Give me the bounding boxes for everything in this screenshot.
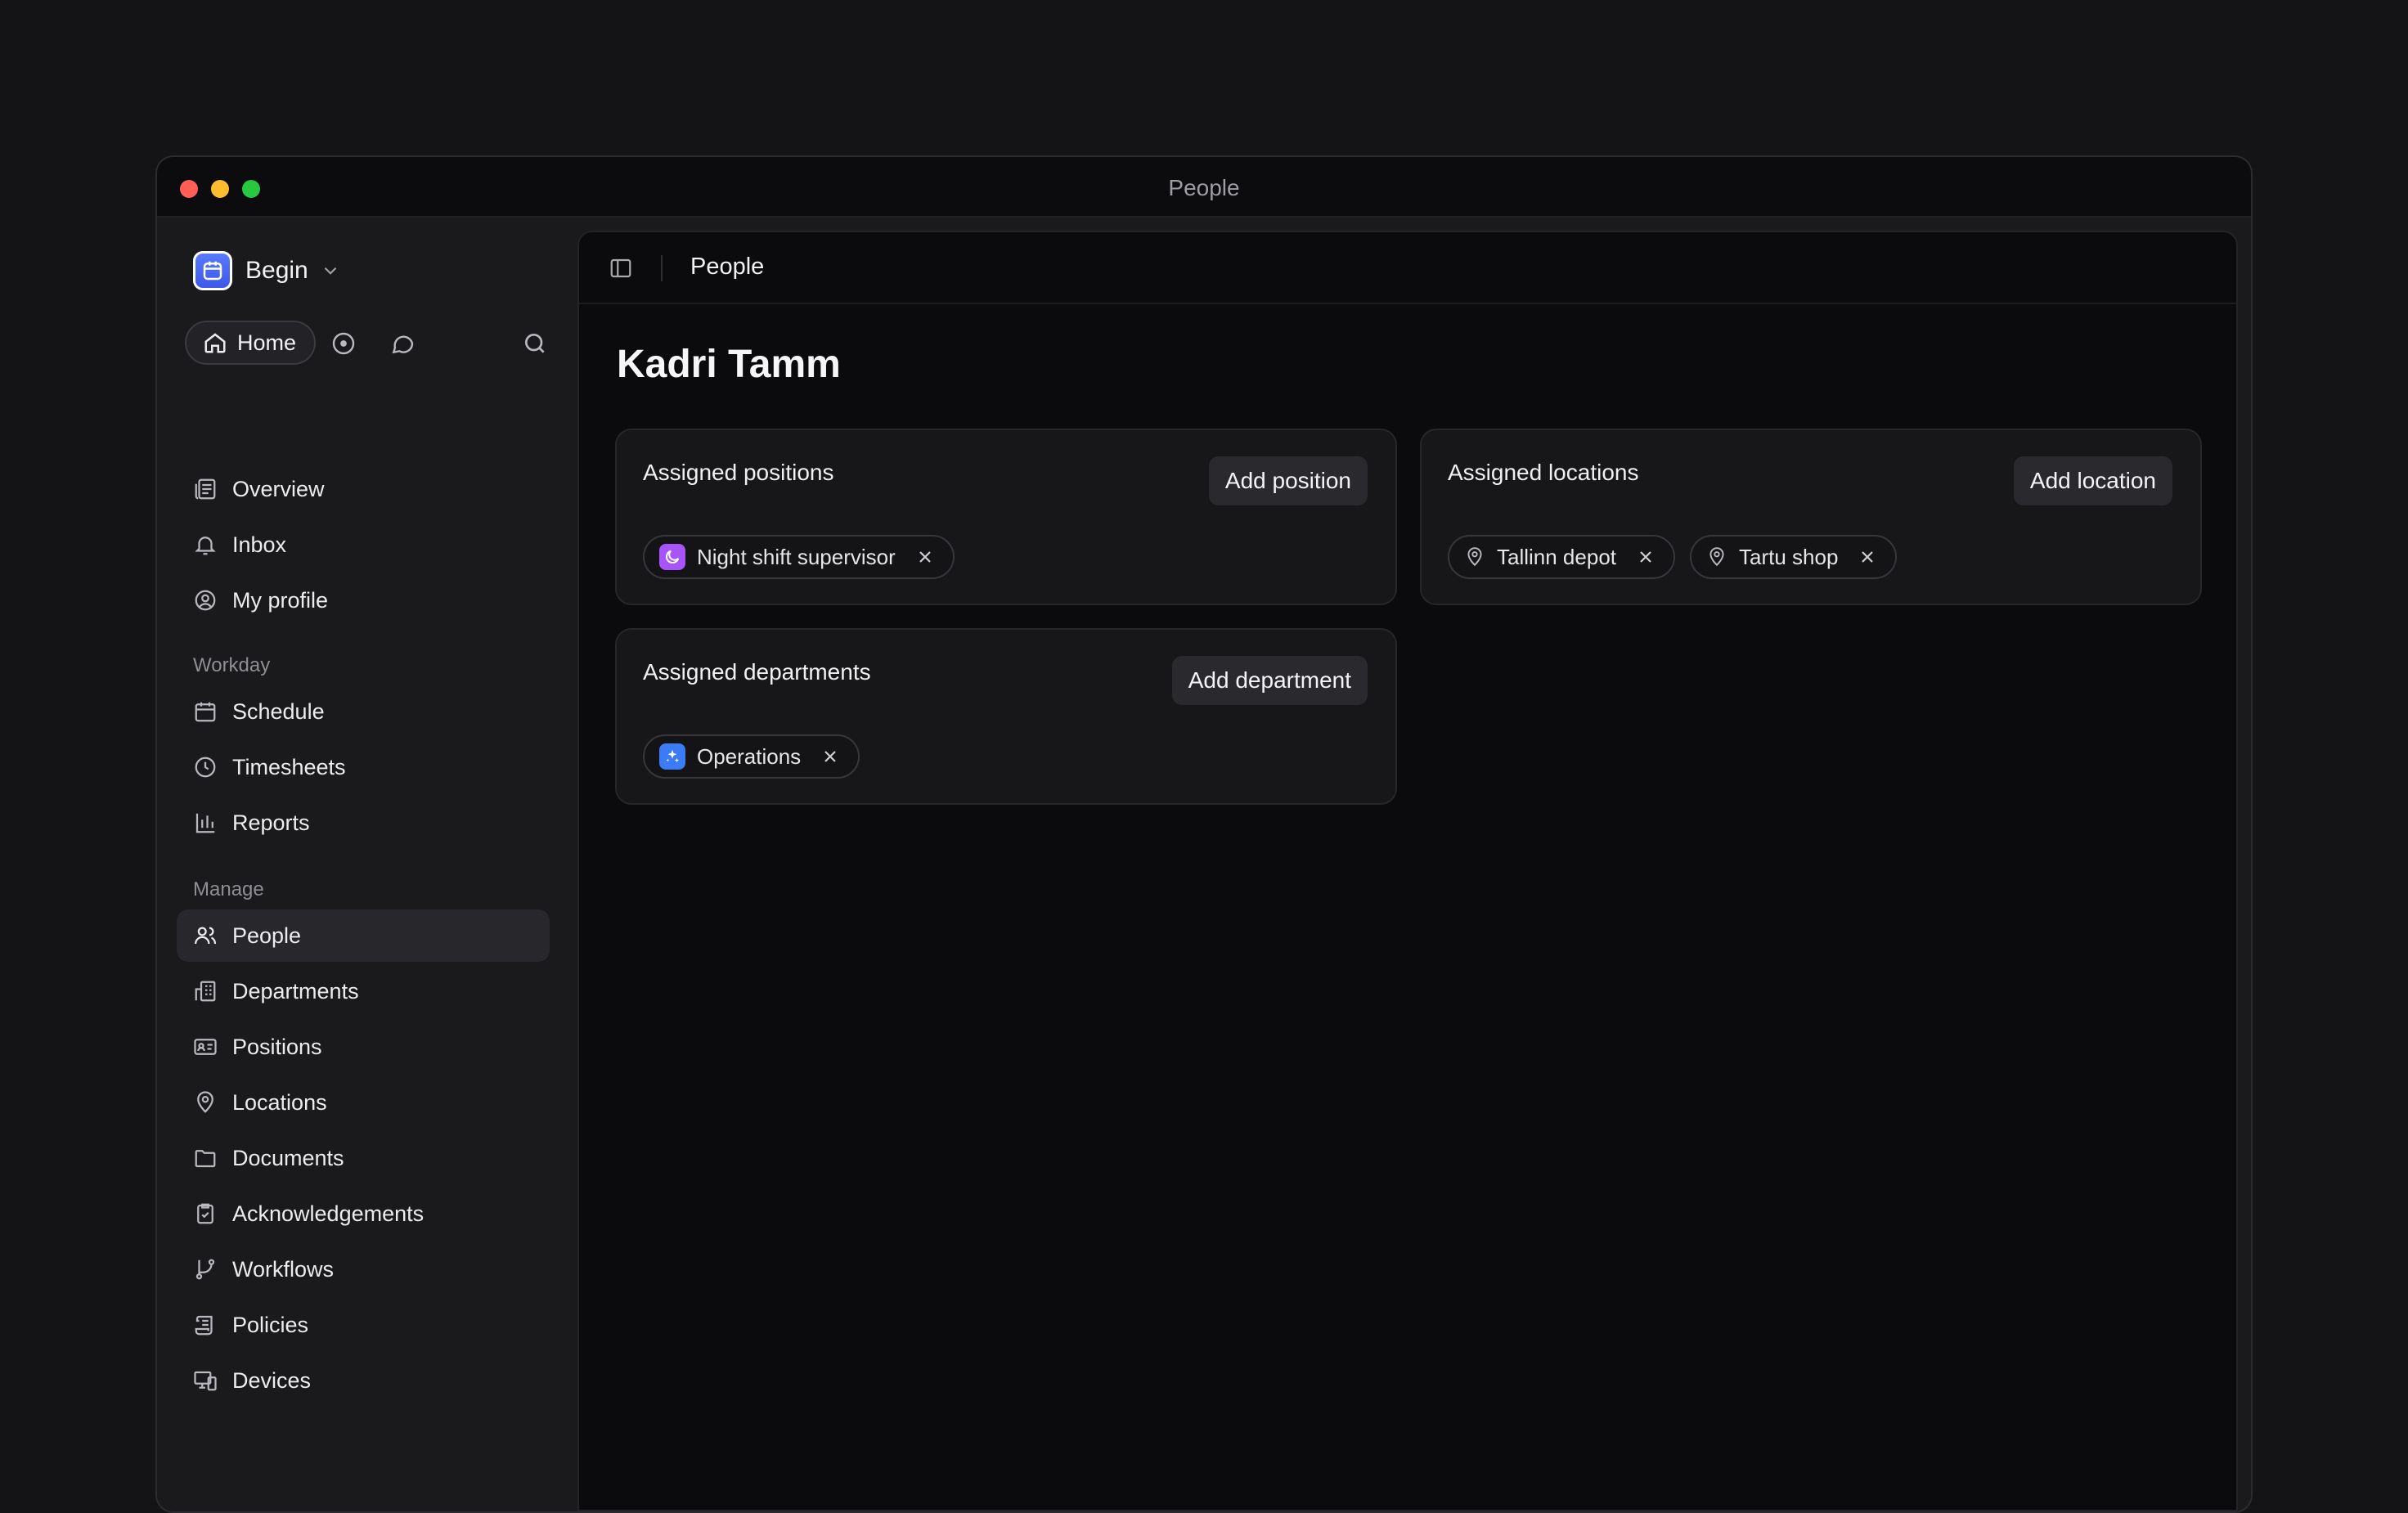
chip-label: Tallinn depot [1497,544,1616,569]
sparkles-icon [659,743,685,770]
workspace-switcher[interactable]: Begin [193,250,341,291]
map-pin-icon [1467,547,1482,567]
remove-icon[interactable] [1636,547,1656,567]
remove-icon[interactable] [915,547,935,567]
sidebar-item-label: Positions [232,1034,322,1059]
location-chips: Tallinn depot Tartu shop [1448,535,1898,579]
card-title: Assigned departments [643,659,871,685]
sidebar-item-label: Inbox [232,532,287,557]
window-title: People [1168,175,1240,200]
sidebar-item-label: Locations [232,1089,327,1115]
search-icon[interactable] [522,330,548,357]
sidebar-item-label: Workflows [232,1256,335,1282]
scroll-icon [195,1315,213,1336]
sidebar-item-label: Schedule [232,698,325,724]
card-title: Assigned locations [1448,460,1639,485]
sidebar-item-my-profile[interactable]: My profile [177,574,550,626]
chip-label: Operations [697,743,802,769]
workday-nav: Schedule Timesheets Reports [177,685,550,852]
page-breadcrumb: People [690,254,765,280]
sidebar-item-people[interactable]: People [177,909,550,962]
sidebar-item-inbox[interactable]: Inbox [177,519,550,571]
main-panel: People Kadri Tamm Assigned positions Add… [577,231,2238,1511]
clipboard-check-icon [197,1203,213,1224]
location-chip: Tallinn depot [1448,535,1675,579]
sidebar-item-documents[interactable]: Documents [177,1132,550,1184]
sidebar-item-departments[interactable]: Departments [177,965,550,1017]
card-title: Assigned positions [643,460,834,485]
sidebar-toggle-icon[interactable] [609,256,633,281]
main-header: People [579,232,2236,304]
sidebar: Begin Home Overview Inbox My profile Wor… [157,218,576,1511]
sidebar-item-acknowledgements[interactable]: Acknowledgements [177,1188,550,1240]
assigned-locations-card: Assigned locations Add location Tallinn … [1420,429,2202,605]
sidebar-item-label: Reports [232,810,310,835]
workspace-logo-icon [193,251,232,290]
sidebar-item-workflows[interactable]: Workflows [177,1243,550,1295]
sidebar-item-label: Devices [232,1367,312,1393]
workspace-name: Begin [245,257,308,284]
chip-label: Night shift supervisor [697,544,896,569]
add-department-button[interactable]: Add department [1171,656,1368,705]
overview-icon [195,478,216,500]
location-chip: Tartu shop [1690,535,1898,579]
home-button[interactable]: Home [185,321,317,365]
clock-icon [195,756,216,778]
people-icon [195,927,217,945]
home-label: Home [237,330,297,355]
sidebar-item-label: Timesheets [232,754,346,779]
map-pin-icon [197,1091,213,1113]
department-chips: Operations [643,734,860,779]
sidebar-item-label: People [232,923,302,948]
sidebar-item-label: Documents [232,1145,344,1170]
sidebar-item-overview[interactable]: Overview [177,463,550,515]
position-chip: Night shift supervisor [643,535,955,579]
chevron-down-icon [324,267,337,275]
position-chips: Night shift supervisor [643,535,955,579]
folder-icon [195,1150,216,1168]
sidebar-item-devices[interactable]: Devices [177,1354,550,1407]
app-window: People Begin Home Overview Inbox My prof… [155,155,2253,1513]
sidebar-item-locations[interactable]: Locations [177,1076,550,1129]
title-bar: People [157,157,2251,218]
user-circle-icon [195,590,216,611]
home-icon [204,333,226,353]
sidebar-item-label: Acknowledgements [232,1201,425,1226]
sidebar-item-label: Policies [232,1312,309,1337]
sidebar-item-label: Departments [232,978,359,1003]
department-chip: Operations [643,734,860,779]
quick-nav: Home [185,321,548,366]
chat-icon[interactable] [389,330,416,357]
manage-nav: People Departments Positions Locations D… [177,909,550,1410]
target-icon[interactable] [330,330,357,357]
header-divider [661,255,663,281]
sidebar-item-positions[interactable]: Positions [177,1021,550,1073]
calendar-icon [195,702,216,722]
sidebar-item-schedule[interactable]: Schedule [177,685,550,738]
building-icon [195,981,216,1002]
moon-icon [659,544,685,570]
add-position-button[interactable]: Add position [1208,456,1368,505]
chip-label: Tartu shop [1739,544,1839,569]
section-heading-manage: Manage [193,878,264,900]
sidebar-item-timesheets[interactable]: Timesheets [177,741,550,793]
section-heading-workday: Workday [193,654,271,676]
add-location-button[interactable]: Add location [2013,456,2172,505]
devices-icon [194,1371,217,1391]
id-card-icon [194,1039,217,1055]
person-name: Kadri Tamm [617,343,841,386]
map-pin-icon [1709,547,1724,567]
git-branch-icon [195,1259,215,1280]
remove-icon[interactable] [1858,547,1877,567]
main-nav: Overview Inbox My profile [177,463,550,630]
sidebar-item-label: Overview [232,476,325,501]
remove-icon[interactable] [820,747,840,766]
sidebar-item-label: My profile [232,587,329,613]
bell-icon [195,537,216,555]
bar-chart-icon [195,813,215,833]
assigned-departments-card: Assigned departments Add department Oper… [615,628,1397,805]
assigned-positions-card: Assigned positions Add position Night sh… [615,429,1397,605]
sidebar-item-reports[interactable]: Reports [177,797,550,849]
sidebar-item-policies[interactable]: Policies [177,1299,550,1351]
